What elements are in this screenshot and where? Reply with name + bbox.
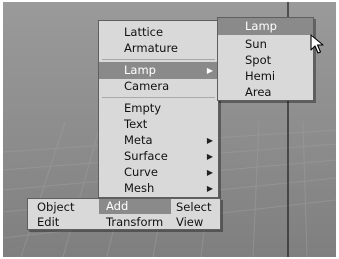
submenu-item-label: Sun: [245, 37, 267, 51]
menu-select-label: Select: [176, 200, 212, 214]
menu-item-label: Mesh: [124, 181, 155, 195]
submenu-arrow-icon: ▶: [206, 184, 213, 193]
submenu-arrow-icon: ▶: [206, 152, 213, 161]
submenu-item-label: Spot: [245, 53, 272, 67]
submenu-title-label: Lamp: [245, 19, 277, 33]
menu-item-label: Text: [124, 117, 148, 131]
submenu-title-lamp: Lamp: [218, 18, 313, 35]
menu-object-label: Object: [37, 200, 75, 214]
menu-item-meta[interactable]: Meta ▶: [99, 132, 218, 149]
mouse-pointer-icon: [310, 34, 324, 54]
menu-add-label: Add: [106, 199, 129, 213]
menu-item-text[interactable]: Text: [99, 116, 218, 133]
submenu-item-spot[interactable]: Spot: [218, 52, 313, 69]
menu-item-curve[interactable]: Curve ▶: [99, 164, 218, 181]
menu-item-empty[interactable]: Empty: [99, 100, 218, 117]
menu-item-lattice[interactable]: Lattice: [99, 24, 218, 41]
menu-edit-label: Edit: [37, 215, 60, 229]
menu-item-label: Camera: [124, 79, 170, 93]
header-menu: Object Add Select Edit Transform View: [27, 198, 221, 230]
submenu-arrow-icon: ▶: [206, 66, 213, 75]
menu-select[interactable]: Select: [176, 200, 211, 215]
menu-item-label: Lamp: [124, 63, 156, 77]
menu-item-label: Lattice: [124, 25, 164, 39]
menu-separator: [102, 59, 215, 60]
submenu-arrow-icon: ▶: [206, 168, 213, 177]
submenu-item-area[interactable]: Area: [218, 84, 313, 101]
menu-item-lamp[interactable]: Lamp ▶: [99, 62, 218, 79]
menu-item-label: Surface: [124, 149, 168, 163]
menu-item-label: Armature: [124, 41, 178, 55]
menu-view[interactable]: View: [176, 215, 203, 230]
menu-item-label: Curve: [124, 165, 158, 179]
submenu-item-label: Hemi: [245, 69, 276, 83]
menu-add[interactable]: Add: [99, 199, 171, 214]
lamp-submenu: Lamp Sun Spot Hemi Area: [217, 17, 314, 101]
window-frame: Lattice Armature Lamp ▶ Camera Empty Tex…: [0, 0, 339, 259]
add-menu: Lattice Armature Lamp ▶ Camera Empty Tex…: [98, 20, 219, 198]
menu-item-label: Meta: [124, 133, 153, 147]
menu-item-armature[interactable]: Armature: [99, 40, 218, 57]
menu-object[interactable]: Object: [37, 200, 74, 215]
menu-view-label: View: [176, 215, 204, 229]
submenu-item-sun[interactable]: Sun: [218, 36, 313, 53]
menu-item-surface[interactable]: Surface ▶: [99, 148, 218, 165]
menu-item-label: Empty: [124, 101, 162, 115]
submenu-item-label: Area: [245, 85, 272, 99]
menu-item-camera[interactable]: Camera: [99, 78, 218, 95]
menu-transform[interactable]: Transform: [106, 215, 163, 230]
submenu-arrow-icon: ▶: [206, 136, 213, 145]
menu-edit[interactable]: Edit: [37, 215, 59, 230]
menu-separator: [102, 97, 215, 98]
submenu-item-hemi[interactable]: Hemi: [218, 68, 313, 85]
menu-transform-label: Transform: [106, 215, 164, 229]
menu-item-mesh[interactable]: Mesh ▶: [99, 180, 218, 197]
